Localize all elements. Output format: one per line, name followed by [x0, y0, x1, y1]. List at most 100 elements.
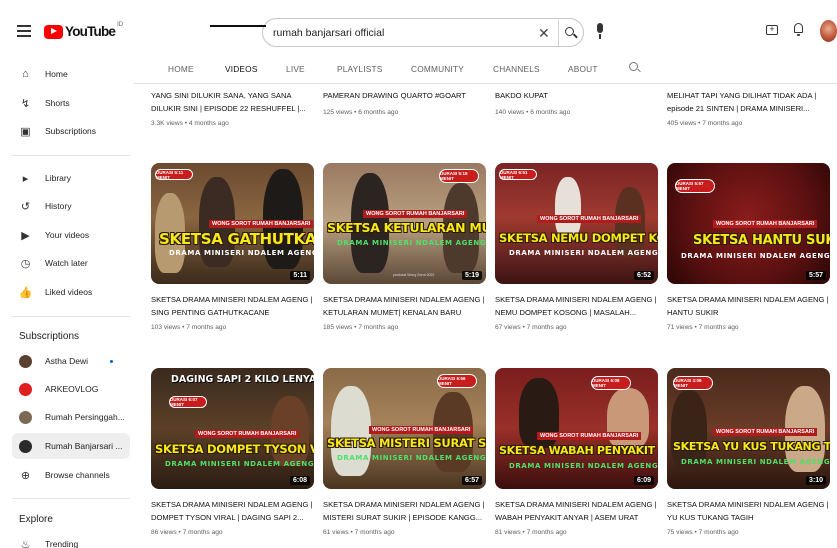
video-title[interactable]: SKETSA DRAMA MINISERI NDALEM AGENG | WAB… [495, 498, 658, 524]
channel-avatar [19, 410, 32, 424]
sidebar-item-label: Subscriptions [45, 126, 97, 136]
menu-icon[interactable] [17, 25, 31, 37]
sidebar-item-label: Astha Dewi [45, 356, 88, 366]
video-card[interactable]: MELIHAT TAPI YANG DILIHAT TIDAK ADA | ep… [667, 80, 830, 127]
notifications-bell-icon[interactable] [793, 23, 804, 36]
add-circle-icon: ⊕ [20, 469, 31, 482]
video-card[interactable]: DURASI 3:09 MENIT WONG SOROT RUMAH BANJA… [667, 368, 830, 536]
video-title[interactable]: SKETSA DRAMA MINISERI NDALEM AGENG | HAN… [667, 293, 830, 319]
sidebar-channel-arkeovlog[interactable]: ARKEOVLOG [12, 376, 130, 402]
history-icon: ↺ [20, 200, 31, 213]
video-card[interactable]: DURASI 6:56 MENIT WONG SOROT RUMAH BANJA… [323, 368, 486, 536]
tab-playlists[interactable]: PLAYLISTS [337, 64, 382, 74]
duration-stamp: DURASI 6:56 MENIT [437, 374, 477, 388]
trending-icon: ♨ [20, 538, 31, 548]
tab-community[interactable]: COMMUNITY [411, 64, 464, 74]
search-input[interactable]: rumah banjarsari official [273, 27, 384, 39]
clear-search-icon[interactable]: ✕ [538, 25, 550, 42]
sidebar-item-subscriptions[interactable]: ▣ Subscriptions [12, 118, 130, 144]
sidebar-item-label: Rumah Persinggah... [45, 412, 125, 422]
brand-label: WONG SOROT RUMAH BANJARSARI [363, 210, 468, 218]
library-icon: ▸ [22, 172, 29, 185]
series-label: DRAMA MINISERI NDALEM AGENG [681, 252, 830, 260]
sidebar-item-watch-later[interactable]: ◷ Watch later [12, 250, 130, 276]
video-card[interactable]: YANG SINI DILUKIR SANA, YANG SANA DILUKI… [151, 80, 314, 127]
tab-about[interactable]: ABOUT [568, 64, 598, 74]
active-tab-indicator [210, 25, 266, 27]
video-card[interactable]: PAMERAN DRAWING QUARTO #GOART 125 views … [323, 80, 486, 116]
sidebar-item-label: Library [45, 173, 71, 183]
explore-heading: Explore [19, 514, 53, 525]
video-duration: 6:08 [289, 476, 310, 485]
sidebar-item-your-videos[interactable]: ▶ Your videos [12, 222, 130, 248]
channel-search-icon[interactable] [629, 62, 638, 71]
tab-videos[interactable]: VIDEOS [225, 64, 258, 74]
video-thumbnail[interactable]: DURASI 6:51 MENIT WONG SOROT RUMAH BANJA… [495, 163, 658, 284]
duration-stamp: DURASI 6:51 MENIT [499, 169, 537, 180]
video-title[interactable]: MELIHAT TAPI YANG DILIHAT TIDAK ADA | ep… [667, 89, 830, 115]
sidebar-item-home[interactable]: ⌂ Home [12, 61, 130, 87]
series-label: DRAMA MINISERI NDALEM AGENG [337, 239, 486, 247]
video-title[interactable]: PAMERAN DRAWING QUARTO #GOART [323, 89, 486, 102]
search-button[interactable] [561, 20, 583, 46]
thumbnail-title: SKETSA WABAH PENYAKIT ANYAR [499, 444, 658, 457]
video-title[interactable]: SKETSA DRAMA MINISERI NDALEM AGENG | DOM… [151, 498, 314, 524]
account-avatar[interactable] [820, 20, 837, 42]
sidebar-divider [12, 155, 130, 156]
channel-avatar [19, 439, 32, 453]
tab-home[interactable]: HOME [168, 64, 194, 74]
video-title[interactable]: BAKDO KUPAT [495, 89, 658, 102]
duration-stamp: DURASI 5:57 MENIT [675, 179, 715, 193]
sidebar-item-liked-videos[interactable]: 👍 Liked videos [12, 279, 130, 305]
video-title[interactable]: SKETSA DRAMA MINISERI NDALEM AGENG | MIS… [323, 498, 486, 524]
sidebar-channel-astha-dewi[interactable]: Astha Dewi [12, 348, 130, 374]
brand-label: WONG SOROT RUMAH BANJARSARI [713, 428, 818, 436]
sidebar-item-label: Browse channels [45, 470, 110, 480]
sidebar-item-label: Trending [45, 539, 79, 548]
sidebar-item-library[interactable]: ▸ Library [12, 165, 130, 191]
tab-live[interactable]: LIVE [286, 64, 305, 74]
series-label: DRAMA MINISERI NDALEM AGENG [681, 458, 830, 466]
video-thumbnail[interactable]: DURASI 6:56 MENIT WONG SOROT RUMAH BANJA… [323, 368, 486, 489]
search-box[interactable]: rumah banjarsari official ✕ [262, 18, 584, 47]
video-title[interactable]: SKETSA DRAMA MINISERI NDALEM AGENG | YU … [667, 498, 830, 524]
subscriptions-icon: ▣ [20, 125, 31, 138]
subscriptions-heading: Subscriptions [19, 331, 80, 342]
video-card[interactable]: DURASI 5:57 MENIT WONG SOROT RUMAH BANJA… [667, 163, 830, 331]
video-thumbnail[interactable]: DURASI 5:57 MENIT WONG SOROT RUMAH BANJA… [667, 163, 830, 284]
video-thumbnail[interactable]: DURASI 6:08 MENIT WONG SOROT RUMAH BANJA… [495, 368, 658, 489]
video-title[interactable]: SKETSA DRAMA MINISERI NDALEM AGENG | SIN… [151, 293, 314, 319]
sidebar-item-trending[interactable]: ♨ Trending [12, 531, 130, 548]
sidebar-item-history[interactable]: ↺ History [12, 193, 130, 219]
video-card[interactable]: DURASI 5:11 MENIT WONG SOROT RUMAH BANJA… [151, 163, 314, 331]
video-title[interactable]: SKETSA DRAMA MINISERI NDALEM AGENG | NEM… [495, 293, 658, 319]
video-card[interactable]: DURASI 5:19 MENIT WONG SOROT RUMAH BANJA… [323, 163, 486, 331]
video-title[interactable]: YANG SINI DILUKIR SANA, YANG SANA DILUKI… [151, 89, 314, 115]
thumbnail-title: SKETSA HANTU SUKIR [693, 233, 830, 248]
brand-label: WONG SOROT RUMAH BANJARSARI [195, 430, 300, 438]
video-thumbnail[interactable]: DURASI 5:11 MENIT WONG SOROT RUMAH BANJA… [151, 163, 314, 284]
video-card[interactable]: BAKDO KUPAT 140 views • 6 months ago [495, 80, 658, 116]
video-card[interactable]: DURASI 6:08 MENIT WONG SOROT RUMAH BANJA… [495, 368, 658, 536]
microphone-icon[interactable] [594, 22, 606, 42]
producer-credit: produksi Wong Sorot 2022 [393, 273, 435, 277]
sidebar-item-label: Your videos [45, 230, 90, 240]
video-thumbnail[interactable]: DURASI 5:19 MENIT WONG SOROT RUMAH BANJA… [323, 163, 486, 284]
search-icon [565, 27, 574, 36]
video-card[interactable]: DURASI 6:51 MENIT WONG SOROT RUMAH BANJA… [495, 163, 658, 331]
tab-channels[interactable]: CHANNELS [493, 64, 540, 74]
video-meta: 185 views • 7 months ago [323, 324, 399, 331]
video-meta: 125 views • 6 months ago [323, 109, 399, 116]
sidebar-channel-rumah-persinggahan[interactable]: Rumah Persinggah... [12, 404, 130, 430]
video-title[interactable]: SKETSA DRAMA MINISERI NDALEM AGENG | KET… [323, 293, 486, 319]
sidebar-browse-channels[interactable]: ⊕ Browse channels [12, 462, 130, 488]
sidebar-item-shorts[interactable]: ↯ Shorts [12, 90, 130, 116]
create-video-icon[interactable]: + [766, 25, 778, 35]
sidebar-item-label: Shorts [45, 98, 70, 108]
thumbnail-title: SKETSA YU KUS TUKANG TAGIH [673, 440, 830, 453]
youtube-logo[interactable]: YouTube ID [44, 22, 123, 39]
sidebar-channel-rumah-banjarsari[interactable]: Rumah Banjarsari ... [12, 433, 130, 459]
video-thumbnail[interactable]: DURASI 3:09 MENIT WONG SOROT RUMAH BANJA… [667, 368, 830, 489]
video-thumbnail[interactable]: DAGING SAPI 2 KILO LENYAP DURASI 6:07 ME… [151, 368, 314, 489]
video-card[interactable]: DAGING SAPI 2 KILO LENYAP DURASI 6:07 ME… [151, 368, 314, 536]
